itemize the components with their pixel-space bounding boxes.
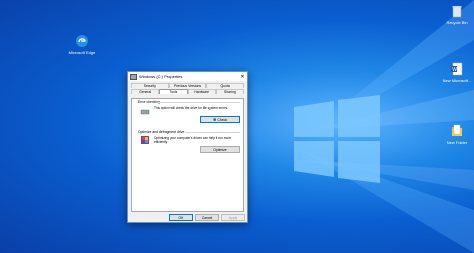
error-checking-heading: Error checking — [138, 100, 160, 104]
tab-quota[interactable]: Quota — [206, 83, 245, 88]
defragment-icon — [141, 136, 149, 144]
folder-icon — [452, 124, 462, 136]
tab-general[interactable]: General — [131, 89, 160, 94]
divider — [185, 132, 240, 133]
tab-security[interactable]: Security — [131, 83, 169, 88]
svg-text:W: W — [452, 67, 457, 73]
check-button[interactable]: Check — [200, 116, 240, 123]
tools-panel: Error checking This option will check th… — [131, 98, 244, 212]
optimize-button[interactable]: Optimize — [200, 146, 240, 153]
desktop-icon-word-document[interactable]: W New Microsoft... — [442, 62, 472, 83]
desktop-icon-label: New Microsoft... — [442, 78, 472, 83]
edge-icon — [76, 35, 88, 47]
dialog-title: Windows (C:) Properties — [139, 74, 183, 79]
desktop-icon-label: Microsoft Edge — [68, 50, 96, 55]
desktop-icon-folder[interactable]: New Folder — [442, 124, 472, 145]
close-button[interactable]: ✕ — [238, 74, 247, 80]
desktop-icon-label: Recycle Bin — [446, 20, 468, 25]
desktop-icon-label: New Folder — [446, 140, 468, 145]
recycle-bin-icon — [452, 6, 462, 18]
check-button-label: Check — [217, 117, 228, 122]
desktop-icon-edge[interactable]: Microsoft Edge — [67, 34, 97, 55]
tab-strip: Security Previous Versions Quota General… — [128, 81, 247, 97]
shield-icon — [213, 117, 217, 122]
windows-logo — [294, 95, 380, 183]
word-document-icon: W — [451, 62, 463, 76]
tab-tools[interactable]: Tools — [159, 89, 188, 94]
optimize-description: Optimizing your computer's drives can he… — [154, 136, 231, 144]
error-checking-drive-icon — [140, 109, 150, 115]
drive-icon — [130, 73, 137, 80]
optimize-heading: Optimize and defragment drive — [138, 130, 185, 134]
apply-button[interactable]: Apply — [221, 214, 245, 221]
error-checking-description: This option will check the drive for fil… — [154, 106, 228, 110]
tab-sharing[interactable]: Sharing — [215, 89, 244, 94]
drive-properties-dialog: Windows (C:) Properties ✕ Security Previ… — [127, 71, 248, 223]
ok-button[interactable]: OK — [169, 214, 193, 221]
tab-previous-versions[interactable]: Previous Versions — [168, 83, 207, 88]
tab-hardware[interactable]: Hardware — [187, 89, 216, 94]
dialog-titlebar[interactable]: Windows (C:) Properties ✕ — [128, 72, 247, 81]
cancel-button[interactable]: Cancel — [195, 214, 219, 221]
desktop-icon-recycle-bin[interactable]: Recycle Bin — [442, 4, 472, 25]
divider — [158, 102, 240, 103]
